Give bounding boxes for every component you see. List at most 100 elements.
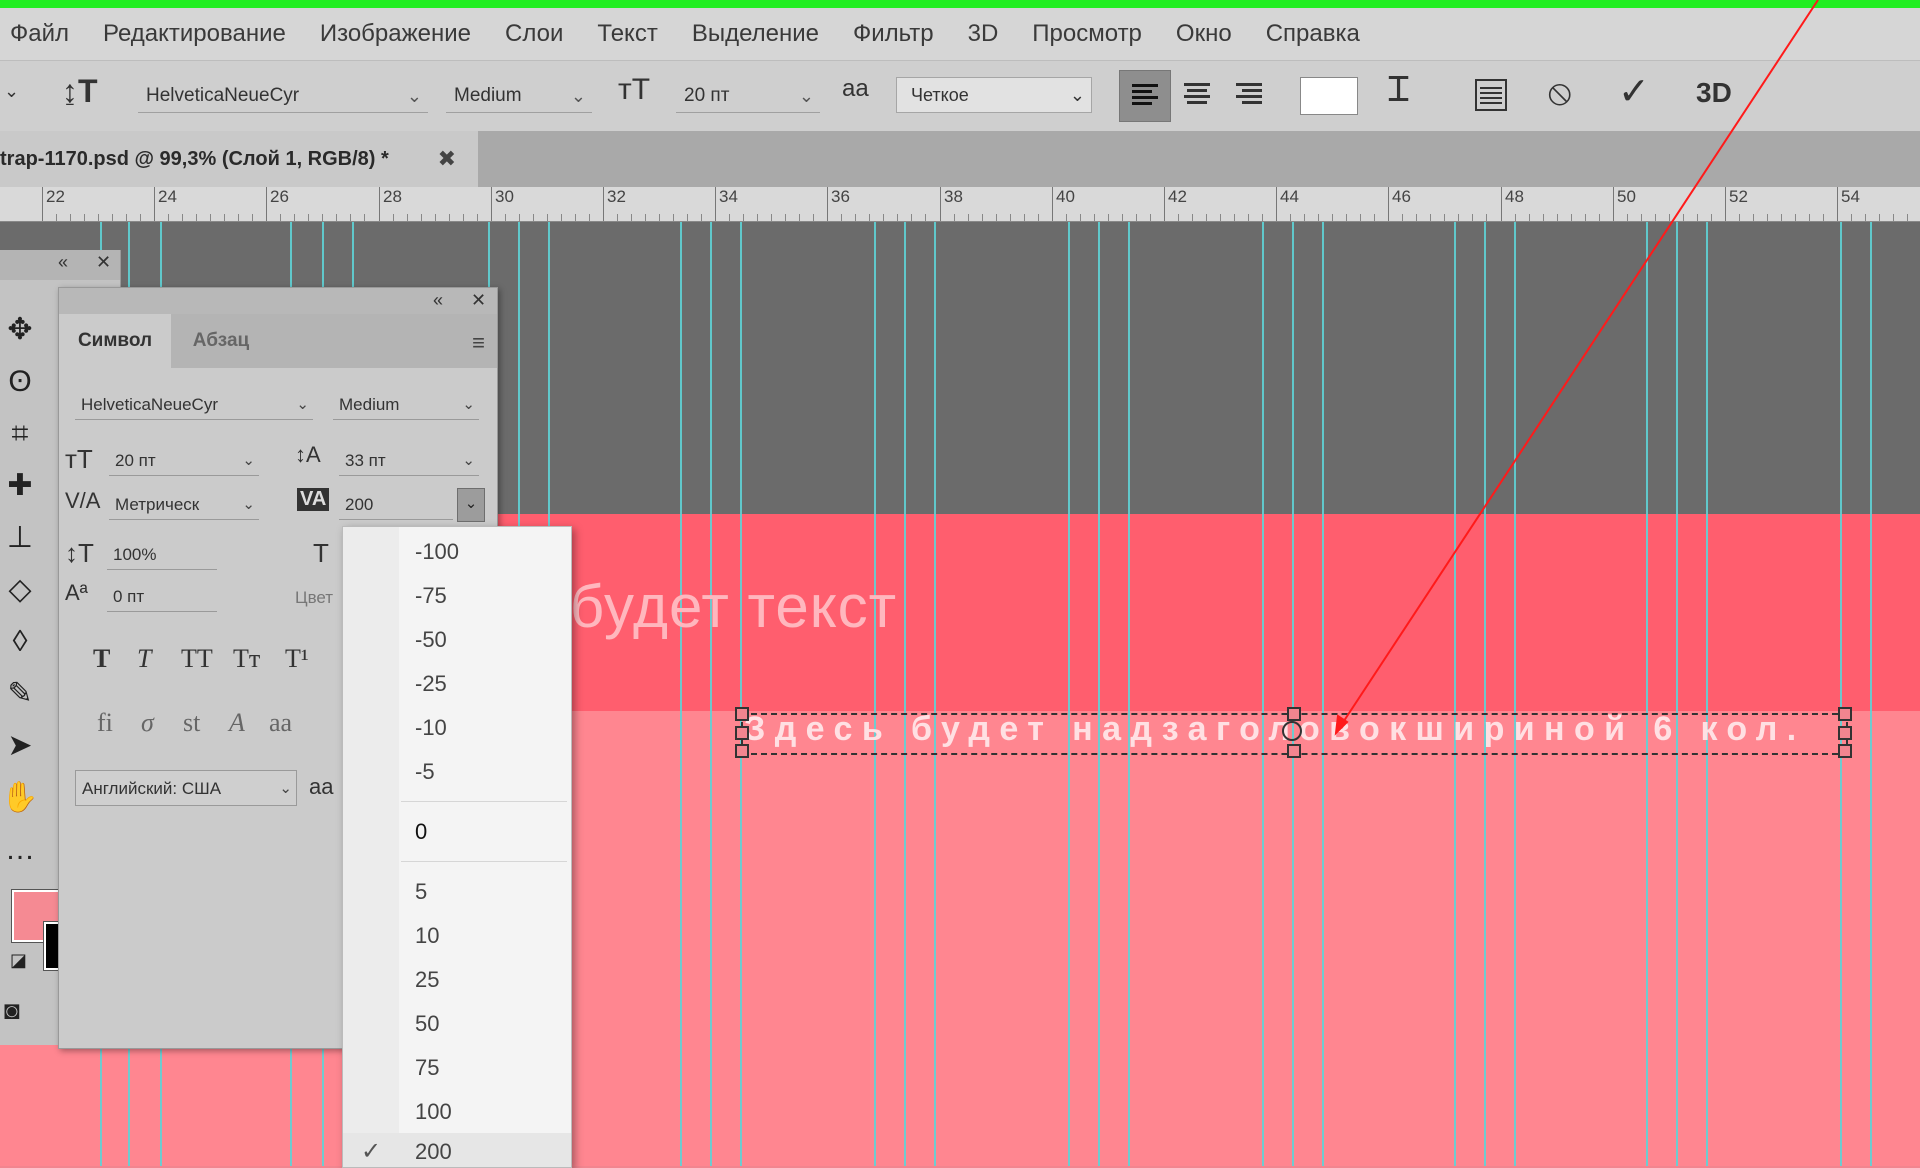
tracking-option[interactable]: -100 [415, 539, 459, 565]
selection-arrow-icon[interactable]: ➤ [0, 726, 40, 766]
transform-handle[interactable] [1287, 744, 1301, 758]
hand-tool-icon[interactable]: ✋ [0, 778, 40, 818]
align-right-button[interactable] [1224, 70, 1276, 122]
tracking-option[interactable]: -25 [415, 671, 447, 697]
faux-italic-icon[interactable]: T [137, 644, 151, 674]
tracking-dropdown-toggle[interactable]: ⌄ [457, 488, 485, 522]
panel-tracking-select[interactable]: 200 [339, 490, 453, 520]
swash-icon[interactable]: A [229, 708, 245, 738]
menu-layers[interactable]: Слои [505, 20, 563, 48]
tracking-option[interactable]: 75 [415, 1055, 439, 1081]
font-size-select[interactable]: 20 пт ⌄ [676, 79, 820, 113]
menu-edit[interactable]: Редактирование [103, 20, 286, 48]
clone-stamp-icon[interactable]: ⊥ [0, 518, 40, 558]
font-style-select[interactable]: Medium ⌄ [446, 79, 592, 113]
tool-preset-chevron-icon[interactable]: ⌄ [4, 81, 19, 102]
document-tab[interactable]: trap-1170.psd @ 99,3% (Слой 1, RGB/8) * … [0, 131, 478, 187]
old-style-icon[interactable]: σ [141, 708, 154, 738]
panel-font-style-select[interactable]: Medium ⌄ [333, 390, 479, 420]
warp-text-icon[interactable]: Ꮖ [1388, 71, 1410, 110]
canvas-subheading-text[interactable]: Здесь будет надзаголовокшириной 6 кол. [744, 710, 1806, 749]
column-guide [874, 222, 876, 1166]
lasso-tool-icon[interactable]: ʘ [0, 362, 40, 402]
eraser-tool-icon[interactable]: ◇ [0, 570, 40, 610]
ruler-minor-tick [350, 214, 351, 221]
antialias-select[interactable]: Четкое ⌄ [896, 77, 1092, 113]
ruler-minor-tick [1094, 214, 1095, 221]
transform-handle[interactable] [735, 744, 749, 758]
kerning-icon: V/A [65, 488, 101, 513]
pen-tool-icon[interactable]: ✎ [0, 674, 40, 714]
panel-font-family-select[interactable]: HelveticaNeueCyr ⌄ [75, 390, 313, 420]
blur-tool-icon[interactable]: ◊ [0, 622, 40, 662]
stylistic-alternates-icon[interactable]: aa [269, 708, 292, 738]
menu-file[interactable]: Файл [10, 20, 69, 48]
collapse-icon[interactable]: « [433, 290, 443, 311]
tracking-option[interactable]: -5 [415, 759, 435, 785]
cancel-icon[interactable]: ⦸ [1548, 71, 1571, 114]
default-colors-icon[interactable]: ◪ [10, 950, 27, 971]
align-center-button[interactable] [1172, 70, 1224, 122]
close-icon[interactable]: ✕ [471, 290, 486, 311]
transform-handle[interactable] [1838, 744, 1852, 758]
column-guide [1068, 222, 1070, 1166]
tab-character[interactable]: Символ [59, 314, 171, 368]
transform-handle[interactable] [735, 726, 749, 740]
small-caps-icon[interactable]: Tт [233, 644, 260, 674]
tracking-option[interactable]: -50 [415, 627, 447, 653]
superscript-icon[interactable]: T¹ [285, 644, 309, 674]
move-tool-icon[interactable]: ✥ [0, 310, 40, 350]
panel-leading-select[interactable]: 33 пт ⌄ [339, 446, 479, 476]
language-select[interactable]: Английский: США ⌄ [75, 770, 297, 806]
panel-kerning-select[interactable]: Метрическ ⌄ [109, 490, 259, 520]
reference-point-icon[interactable] [1282, 721, 1302, 741]
panel-menu-icon[interactable]: ≡ [472, 330, 485, 356]
menu-help[interactable]: Справка [1266, 20, 1360, 48]
more-tools-icon[interactable]: … [0, 830, 40, 870]
ligatures-icon[interactable]: fi [97, 708, 113, 738]
commit-check-icon[interactable]: ✓ [1618, 69, 1650, 114]
close-icon[interactable]: ✕ [96, 252, 111, 273]
3d-icon[interactable]: 3D [1696, 77, 1732, 109]
font-family-select[interactable]: HelveticaNeueCyr ⌄ [138, 79, 428, 113]
tab-paragraph[interactable]: Абзац [171, 314, 271, 368]
panel-font-size-select[interactable]: 20 пт ⌄ [109, 446, 259, 476]
ruler-minor-tick [1458, 214, 1459, 221]
antialias-icon: aa [309, 774, 334, 799]
tracking-option-selected[interactable]: 200 [415, 1139, 452, 1165]
tracking-option[interactable]: 50 [415, 1011, 439, 1037]
transform-handle[interactable] [1287, 707, 1301, 721]
align-left-button[interactable] [1119, 70, 1171, 122]
transform-handle[interactable] [1838, 707, 1852, 721]
tracking-option[interactable]: 10 [415, 923, 439, 949]
menu-3d[interactable]: 3D [968, 20, 999, 48]
toggle-text-orientation-icon[interactable]: ↨T [62, 73, 98, 110]
healing-brush-icon[interactable]: ✚ [0, 466, 40, 506]
menu-image[interactable]: Изображение [320, 20, 471, 48]
toggle-panels-button[interactable] [1474, 78, 1508, 112]
menu-filter[interactable]: Фильтр [853, 20, 934, 48]
transform-handle[interactable] [1838, 726, 1852, 740]
tracking-option[interactable]: -10 [415, 715, 447, 741]
transform-handle[interactable] [735, 707, 749, 721]
crop-tool-icon[interactable]: ⌗ [0, 414, 40, 454]
menu-window[interactable]: Окно [1176, 20, 1232, 48]
close-icon[interactable]: ✖ [438, 131, 456, 187]
panel-vertical-scale-field[interactable]: 100% [107, 540, 217, 570]
menu-select[interactable]: Выделение [692, 20, 819, 48]
menu-view[interactable]: Просмотр [1032, 20, 1142, 48]
horizontal-scale-icon: T [313, 538, 329, 568]
discretionary-ligatures-icon[interactable]: st [183, 708, 200, 738]
tracking-option[interactable]: 100 [415, 1099, 452, 1125]
quick-mask-icon[interactable]: ◙ [4, 995, 20, 1026]
collapse-icon[interactable]: « [58, 252, 68, 273]
tracking-option[interactable]: 0 [415, 819, 427, 845]
panel-baseline-shift-field[interactable]: 0 пт [107, 582, 217, 612]
tracking-option[interactable]: -75 [415, 583, 447, 609]
all-caps-icon[interactable]: TT [181, 644, 213, 674]
faux-bold-icon[interactable]: T [93, 644, 110, 674]
tracking-option[interactable]: 25 [415, 967, 439, 993]
tracking-option[interactable]: 5 [415, 879, 427, 905]
menu-type[interactable]: Текст [597, 20, 657, 48]
text-color-swatch[interactable] [1300, 77, 1358, 115]
